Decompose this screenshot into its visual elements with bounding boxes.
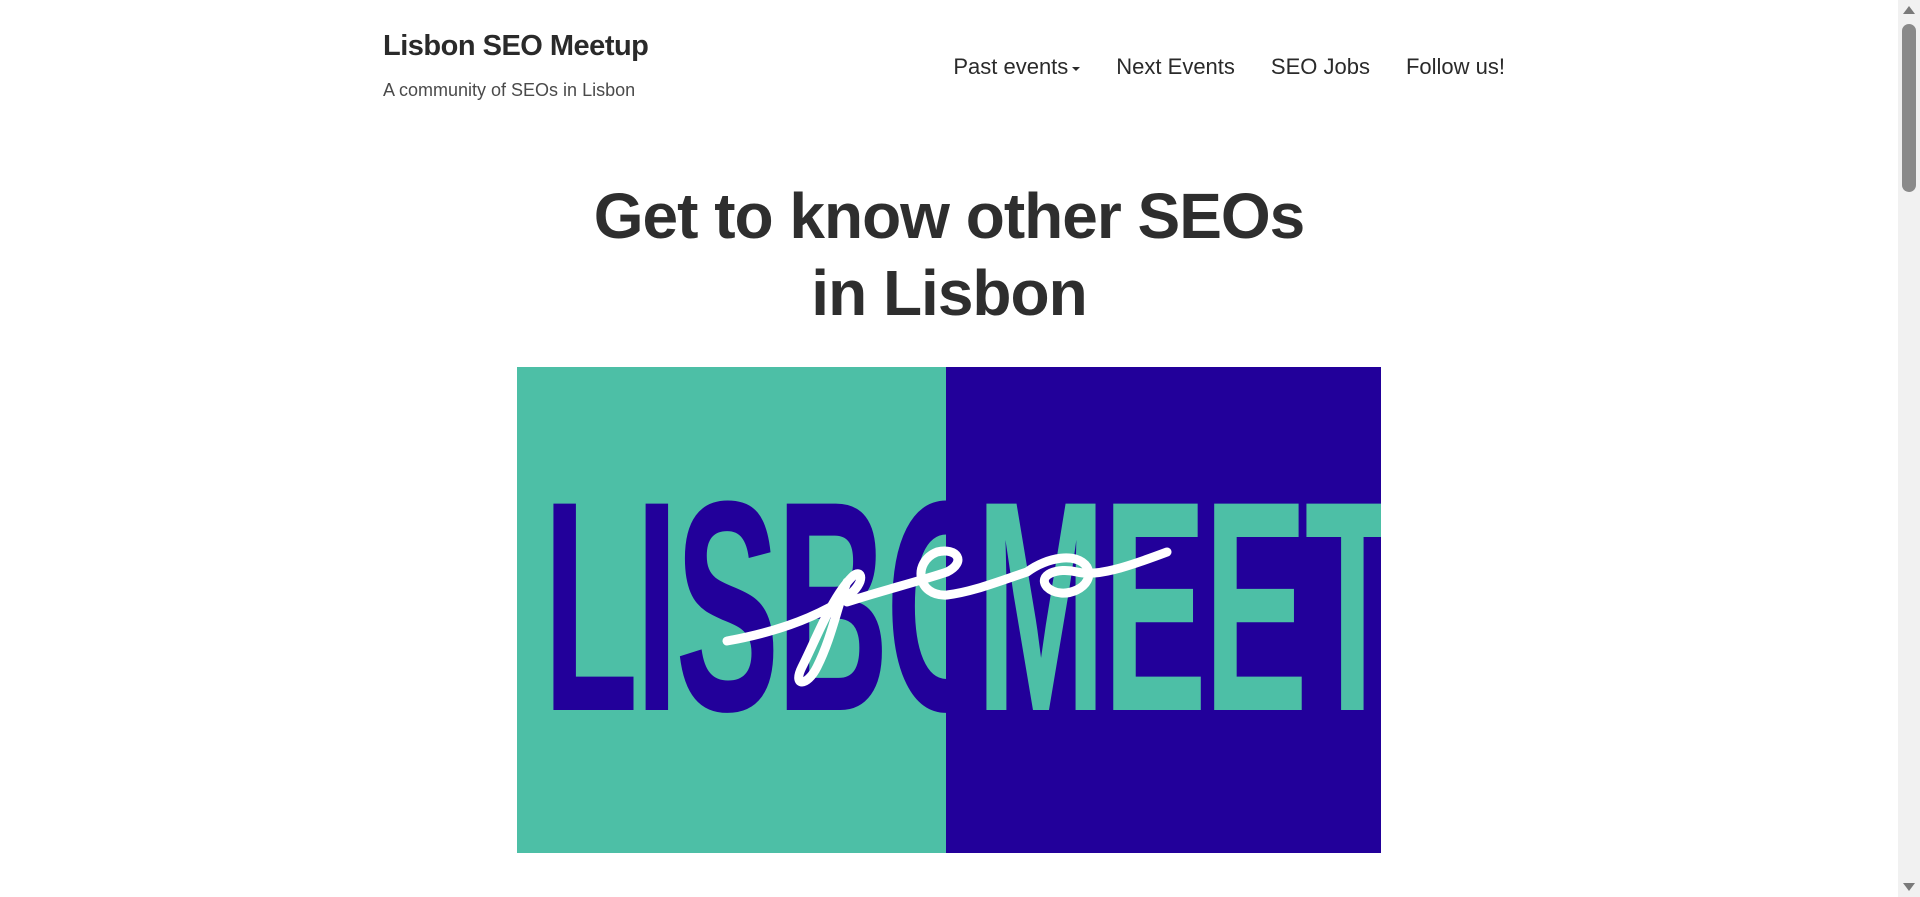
meetup-banner-image: LISBON MEETUP	[517, 367, 1381, 853]
site-tagline: A community of SEOs in Lisbon	[383, 80, 636, 100]
banner-word-meetup: MEETUP	[976, 438, 1381, 774]
banner-right-panel: MEETUP	[946, 367, 1381, 853]
nav-item-follow-us[interactable]: Follow us!	[1406, 54, 1505, 80]
page: Lisbon SEO Meetup A community of SEOs in…	[0, 0, 1898, 897]
vertical-scrollbar[interactable]	[1898, 0, 1920, 897]
site-title[interactable]: Lisbon SEO Meetup	[383, 30, 649, 63]
scroll-up-arrow-icon[interactable]	[1903, 6, 1915, 14]
nav-item-label: SEO Jobs	[1270, 54, 1370, 79]
banner-left-panel: LISBON	[517, 367, 1117, 853]
main-nav: Past events Next Events SEO Jobs Follow …	[953, 54, 1505, 80]
caret-down-icon	[1072, 66, 1081, 71]
nav-item-past-events[interactable]: Past events	[953, 54, 1081, 80]
nav-item-label: Follow us!	[1405, 54, 1505, 79]
nav-item-seo-jobs[interactable]: SEO Jobs	[1271, 54, 1370, 80]
scroll-down-arrow-icon[interactable]	[1903, 883, 1915, 891]
nav-item-next-events[interactable]: Next Events	[1116, 54, 1235, 80]
nav-item-label: Next Events	[1116, 54, 1235, 79]
site-header: Lisbon SEO Meetup A community of SEOs in…	[383, 30, 1505, 110]
scrollbar-thumb[interactable]	[1902, 24, 1916, 192]
hero-heading: Get to know other SEOs in Lisbon	[593, 180, 1306, 329]
nav-item-label: Past events	[953, 54, 1069, 79]
